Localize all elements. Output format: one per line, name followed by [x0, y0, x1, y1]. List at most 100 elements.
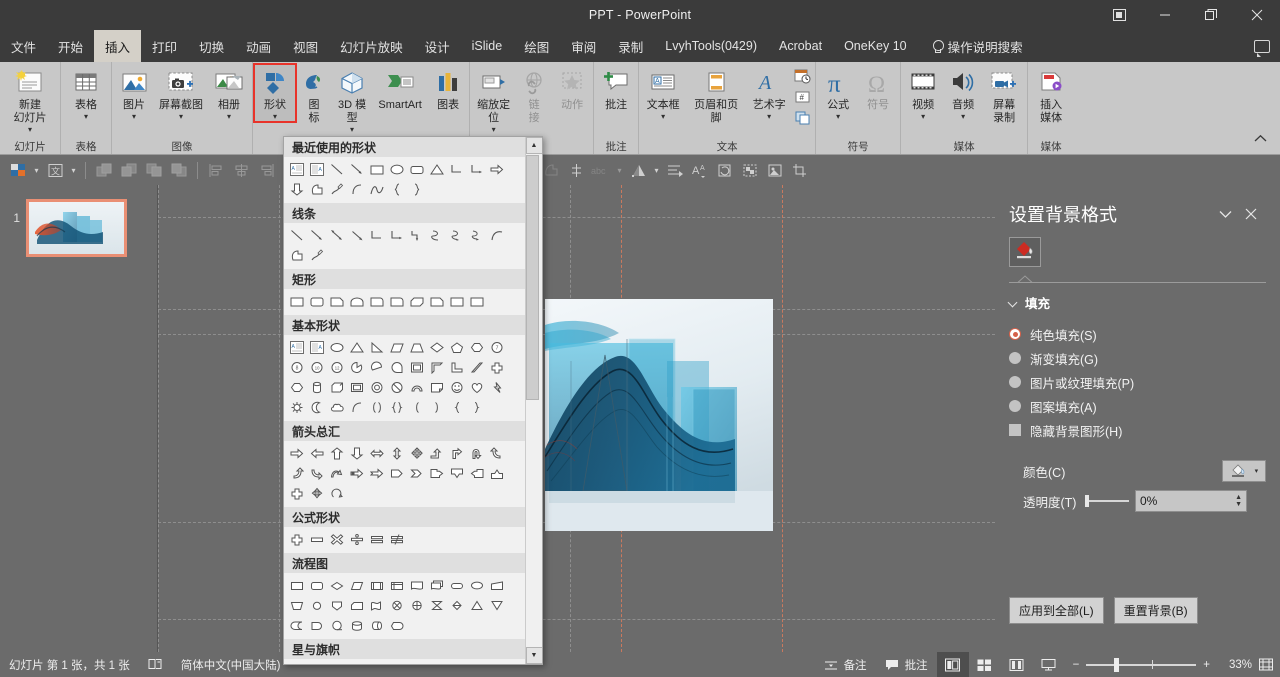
shape-teardrop[interactable] — [387, 357, 407, 377]
shape-scribble[interactable] — [307, 245, 327, 265]
shape-line-double-arrow[interactable] — [347, 225, 367, 245]
gallery-scroll-thumb[interactable] — [525, 155, 539, 400]
panel-collapse-button[interactable] — [1212, 201, 1238, 227]
comments-button[interactable]: 批注 — [876, 652, 937, 677]
shape-math-multiply[interactable] — [327, 529, 347, 549]
shape-fc-merge[interactable] — [487, 595, 507, 615]
smartart-button[interactable]: SmartArt — [371, 65, 429, 112]
shape-folded-corner[interactable] — [427, 377, 447, 397]
shape-fc-or[interactable] — [407, 595, 427, 615]
view-slideshow[interactable] — [1033, 652, 1065, 677]
zoom-out-button[interactable]: − — [1073, 659, 1080, 671]
chevron-down-icon[interactable]: ▾ — [273, 113, 277, 121]
shape-chord[interactable] — [367, 357, 387, 377]
shape-snip-diag-rect[interactable] — [407, 291, 427, 311]
shape-scribble[interactable] — [327, 179, 347, 199]
fit-to-window-button[interactable] — [1252, 652, 1280, 677]
shape-fc-stored-data[interactable] — [287, 615, 307, 635]
shape-fc-punched-tape[interactable] — [367, 595, 387, 615]
chevron-down-icon[interactable]: ▾ — [651, 166, 662, 175]
shape-arrow-left-callout[interactable] — [467, 463, 487, 483]
shape-fc-preparation[interactable] — [467, 575, 487, 595]
shape-moon[interactable] — [307, 397, 327, 417]
shape-arrow-right[interactable] — [287, 443, 307, 463]
shape-arrow-bent[interactable] — [447, 443, 467, 463]
tab-draw[interactable]: 绘图 — [513, 30, 560, 62]
shape-ellipse[interactable] — [387, 159, 407, 179]
shape-pie[interactable] — [347, 357, 367, 377]
bring-to-front-button[interactable] — [142, 158, 166, 182]
view-normal[interactable] — [936, 652, 969, 677]
radio-gradient-fill[interactable]: 渐变填充(G) — [1009, 346, 1280, 370]
shape-cube[interactable] — [327, 377, 347, 397]
align-left-button[interactable] — [204, 158, 228, 182]
tell-me-search[interactable]: 操作说明搜索 — [918, 30, 1034, 62]
shape-smiley[interactable] — [447, 377, 467, 397]
shape-line[interactable] — [287, 225, 307, 245]
shape-brace-right[interactable] — [407, 179, 427, 199]
send-to-back-button[interactable] — [167, 158, 191, 182]
shape-fc-data[interactable] — [347, 575, 367, 595]
shape-elbow-arrow[interactable] — [387, 225, 407, 245]
shape-plaque[interactable] — [467, 291, 487, 311]
shape-fc-summing[interactable] — [387, 595, 407, 615]
shape-curve-arrow2[interactable] — [467, 225, 487, 245]
shape-arrow-down-callout[interactable] — [447, 463, 467, 483]
align-center-button[interactable] — [229, 158, 253, 182]
tab-transitions[interactable]: 切换 — [188, 30, 235, 62]
shape-star7[interactable] — [387, 661, 407, 664]
shape-arrow-up-callout[interactable] — [487, 463, 507, 483]
shape-line-arrow2[interactable] — [327, 225, 347, 245]
shape-arrow-down[interactable] — [347, 443, 367, 463]
shape-arrow-right[interactable] — [487, 159, 507, 179]
tab-design[interactable]: 设计 — [414, 30, 461, 62]
shape-arrow-lr[interactable] — [367, 443, 387, 463]
spinner-arrows[interactable]: ▲ ▼ — [1235, 494, 1242, 508]
zoom-in-button[interactable]: + — [1203, 659, 1210, 671]
shape-cylinder[interactable] — [307, 377, 327, 397]
shape-triangle[interactable] — [427, 159, 447, 179]
shape-elbow[interactable] — [447, 159, 467, 179]
shape-fc-multidoc[interactable] — [427, 575, 447, 595]
tab-insert[interactable]: 插入 — [94, 30, 142, 62]
checkbox-hide-background[interactable]: 隐藏背景图形(H) — [1009, 418, 1280, 442]
rotate-button[interactable] — [713, 158, 737, 182]
shape-vtextbox[interactable]: A — [307, 337, 327, 357]
close-button[interactable] — [1234, 0, 1280, 30]
shape-hexagon[interactable] — [467, 337, 487, 357]
shape-block-arc[interactable] — [407, 377, 427, 397]
shape-star4-point[interactable] — [327, 661, 347, 664]
shape-round-rect[interactable] — [307, 291, 327, 311]
shape-fc-delay[interactable] — [307, 615, 327, 635]
chevron-down-icon[interactable]: ▾ — [1255, 467, 1259, 475]
crop-button[interactable] — [788, 158, 812, 182]
chevron-down-icon[interactable]: ▾ — [68, 166, 79, 175]
accessibility-status[interactable] — [139, 652, 172, 677]
shape-star10[interactable]: 10 — [427, 661, 447, 664]
scroll-up-button[interactable]: ▲ — [525, 137, 542, 154]
shape-line-arrow[interactable] — [307, 225, 327, 245]
tab-slideshow[interactable]: 幻灯片放映 — [329, 30, 414, 62]
screenshot-button[interactable]: 屏幕截图 ▾ — [154, 65, 208, 121]
slide-list-item[interactable]: 1 — [0, 185, 157, 271]
shape-fc-manual-input[interactable] — [487, 575, 507, 595]
shape-fc-collate[interactable] — [427, 595, 447, 615]
shape-align-button[interactable] — [564, 158, 588, 182]
shape-diamond[interactable] — [427, 337, 447, 357]
shape-star24[interactable]: 24 — [487, 661, 507, 664]
shape-arrow-right-callout[interactable] — [427, 463, 447, 483]
fill-color-button[interactable]: ▾ — [1222, 460, 1266, 482]
shape-line-arrow[interactable] — [347, 159, 367, 179]
slide-thumbnail-pane[interactable]: 1 — [0, 185, 158, 652]
chevron-down-icon[interactable]: ▾ — [661, 113, 665, 121]
shape-cloud[interactable] — [327, 397, 347, 417]
shape-arrow-curve-down[interactable] — [327, 463, 347, 483]
shape-lightning[interactable] — [487, 377, 507, 397]
chevron-down-icon[interactable]: ▾ — [227, 113, 231, 121]
audio-button[interactable]: 音频 ▾ — [943, 65, 983, 121]
shape-snip-rect[interactable] — [327, 291, 347, 311]
shape-fc-offpage[interactable] — [327, 595, 347, 615]
shape-arrow-uturn[interactable] — [467, 443, 487, 463]
shapes-button[interactable]: 形状 ▾ — [253, 63, 297, 123]
tab-islide[interactable]: iSlide — [461, 30, 514, 62]
